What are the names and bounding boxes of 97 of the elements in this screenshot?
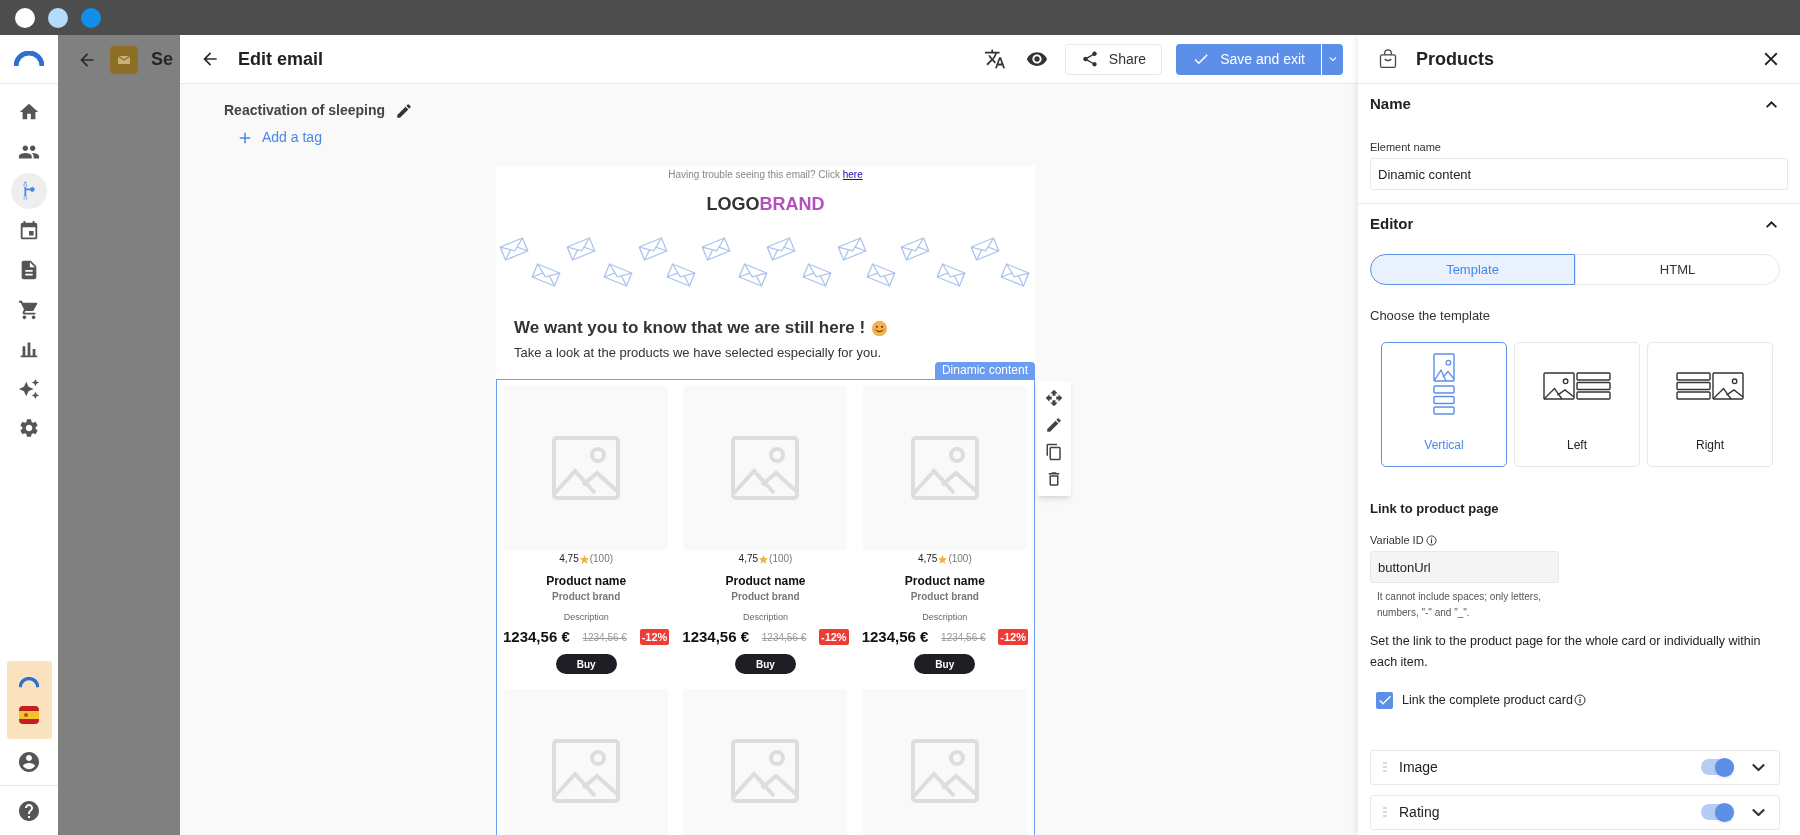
- product-name: Product name: [725, 574, 806, 588]
- selected-block[interactable]: [496, 379, 1035, 835]
- star-icon: [937, 553, 949, 565]
- field-label: Element name: [1370, 141, 1441, 153]
- review-count: (100): [948, 553, 972, 565]
- product-price: 1234,56 €: [682, 626, 750, 647]
- product-brand: Product brand: [552, 591, 621, 603]
- product-brand: Product brand: [910, 591, 979, 603]
- product-price: 1234,56 €: [503, 626, 570, 647]
- field-hint: It cannot include spaces; only letters, numbers, "-" and "_".: [1377, 591, 1541, 618]
- translate-icon[interactable]: [983, 48, 1006, 70]
- email-name: Reactivation of sleeping: [224, 101, 386, 120]
- panel-title: Products: [1416, 47, 1494, 71]
- buy-button[interactable]: Buy: [735, 654, 796, 674]
- review-count: (100): [769, 553, 793, 565]
- preheader-link[interactable]: here: [842, 169, 863, 180]
- product-brand: Product brand: [731, 591, 800, 603]
- link-description: Set the link to the product page for the whole card or individually within each item.: [1370, 634, 1761, 669]
- element-name-field[interactable]: Dinamic content: [1370, 158, 1788, 190]
- star-icon: [578, 553, 590, 565]
- help-icon[interactable]: [17, 798, 41, 823]
- product-name: Product name: [904, 574, 985, 588]
- discount-badge: -12%: [998, 628, 1028, 646]
- share-button[interactable]: Share: [1064, 43, 1163, 75]
- section-header[interactable]: Editor: [1370, 204, 1788, 245]
- check-icon: [1378, 695, 1391, 706]
- old-price: 1234,56 €: [941, 630, 986, 645]
- product-description: Description: [742, 611, 788, 623]
- page-title: Se: [151, 48, 174, 71]
- info-icon[interactable]: [1573, 694, 1586, 707]
- element-row[interactable]: Image: [1370, 749, 1780, 785]
- link-heading: Link to product page: [1370, 501, 1499, 516]
- variable-id-field[interactable]: buttonUrl: [1370, 551, 1559, 583]
- review-count: (100): [589, 553, 614, 565]
- old-price: 1234,56 €: [582, 630, 627, 645]
- duplicate-icon[interactable]: [1045, 443, 1063, 461]
- chevron-icon: [1752, 808, 1765, 817]
- settings-icon[interactable]: [18, 417, 40, 439]
- element-label: Rating: [1399, 802, 1440, 822]
- smiley-icon: [871, 319, 889, 337]
- product-description: Description: [922, 611, 968, 623]
- edit-pencil-icon[interactable]: [395, 101, 414, 120]
- info-icon[interactable]: [1425, 534, 1437, 546]
- drag-handle-icon[interactable]: [1383, 807, 1387, 818]
- sparkles-icon[interactable]: [18, 377, 40, 400]
- rating-value: 4,75: [559, 553, 579, 565]
- template-option[interactable]: Right: [1647, 342, 1773, 467]
- preheader-text: Having trouble seeing this email? Click here: [668, 169, 863, 180]
- move-icon[interactable]: [1045, 389, 1063, 407]
- chevron-icon: [1752, 763, 1765, 772]
- cart-icon[interactable]: [18, 298, 40, 321]
- account-switcher[interactable]: [6, 661, 52, 739]
- chevron-icon: [1766, 101, 1777, 108]
- element-row[interactable]: Rating: [1370, 794, 1780, 830]
- template-option[interactable]: Left: [1514, 342, 1640, 467]
- drag-handle-icon[interactable]: [1383, 762, 1387, 773]
- edit-pencil-icon[interactable]: [1045, 416, 1063, 434]
- flag-icon: [19, 705, 39, 724]
- element-label: Image: [1399, 757, 1438, 777]
- share-icon: [1080, 50, 1099, 68]
- discount-badge: -12%: [818, 628, 849, 646]
- section-header[interactable]: Name: [1370, 84, 1788, 125]
- old-price: 1234,56 €: [761, 630, 807, 645]
- expand-toggle[interactable]: [1752, 808, 1765, 817]
- toggle-switch[interactable]: [1701, 804, 1734, 821]
- chevron-icon: [1766, 221, 1777, 228]
- block-label: Dinamic content: [934, 362, 1035, 379]
- buy-button[interactable]: Buy: [555, 654, 617, 674]
- checkbox[interactable]: [1376, 691, 1393, 709]
- field-label: Variable ID: [1370, 533, 1424, 547]
- mode-tab[interactable]: HTML: [1575, 254, 1780, 285]
- star-icon: [758, 553, 770, 565]
- editor-title: Edit email: [238, 47, 324, 71]
- buy-button[interactable]: Buy: [914, 654, 976, 674]
- window-control[interactable]: [15, 7, 35, 28]
- email-subheading: Take a look at the products we have selected especially for you.: [514, 345, 882, 360]
- toggle-switch[interactable]: [1701, 759, 1734, 776]
- checkbox-label: Link the complete product card: [1402, 692, 1573, 709]
- discount-badge: -12%: [639, 628, 670, 646]
- logo-icon: [19, 676, 39, 688]
- profile-icon[interactable]: [17, 750, 41, 774]
- product-price: 1234,56 €: [861, 626, 929, 647]
- shopping-bag-icon: [1378, 49, 1398, 69]
- window-control[interactable]: [48, 7, 68, 28]
- product-name: Product name: [546, 574, 627, 588]
- rating-value: 4,75: [917, 553, 938, 565]
- save-options-dropdown[interactable]: [1322, 43, 1343, 75]
- logo-icon[interactable]: [14, 51, 44, 67]
- calendar-icon[interactable]: [18, 219, 40, 242]
- product-description: Description: [563, 611, 609, 623]
- email-heading: We want you to know that we are still here !: [514, 318, 866, 338]
- rating-value: 4,75: [738, 553, 759, 565]
- template-heading: Choose the template: [1370, 308, 1490, 323]
- envelope-tile-icon: [110, 45, 138, 74]
- expand-toggle[interactable]: [1752, 763, 1765, 772]
- brand-logo: LOGOBRAND: [706, 194, 825, 214]
- template-option[interactable]: Vertical: [1381, 342, 1507, 467]
